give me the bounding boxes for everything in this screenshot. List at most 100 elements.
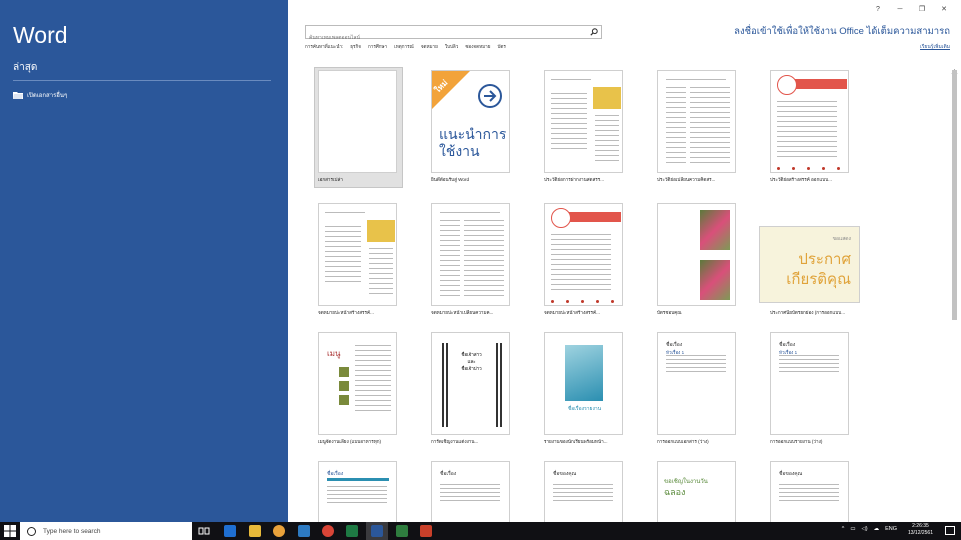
thumbnail-text-line [325,266,361,267]
dot [792,167,795,170]
thumbnail-text-line [355,355,391,356]
close-button[interactable]: ✕ [933,4,955,16]
suggested-flyers[interactable]: ใบปลิว [445,44,458,51]
thumbnail-text-line [666,157,686,158]
volume-icon[interactable]: ◁) [862,526,868,532]
chrome-canary-icon[interactable] [273,525,285,537]
thumbnail-text-line [325,241,361,242]
thumbnail-text-line [440,295,460,296]
template-thumbnail: ชื่อเจ้าสาว และ ชื่อเจ้าบ่าว [431,332,510,435]
food-photo [339,395,349,405]
template-search-input[interactable] [306,32,581,44]
powerpoint-icon[interactable] [420,525,432,537]
thumbnail-text-line [440,270,460,271]
thumbnail-text-line [666,117,686,118]
thumbnail-text-line [666,162,686,163]
thumbnail-text-line [551,254,611,255]
thumbnail-text-line [595,140,619,141]
thumbnail-text-line [355,350,391,351]
template-thumbnail: ชื่อเรื่อง หัวเรื่อง 1 [657,332,736,435]
thumbnail-text-line [464,230,504,231]
scroll-thumb[interactable] [952,70,957,320]
thumbnail-text-line [777,151,837,152]
template-thumbnail [770,70,849,173]
thumbnail-text-line [595,120,619,121]
restore-button[interactable]: ❐ [911,4,933,16]
thumbnail-text-line [779,492,839,493]
onedrive-icon[interactable]: ☁ [874,526,880,532]
sign-in-prompt: ลงชื่อเข้าใช้เพื่อให้ใช้งาน Office ได้เต… [734,24,950,51]
suggested-events[interactable]: เหตุการณ์ [394,44,414,51]
thumbnail-text-line [464,255,504,256]
task-view-icon[interactable] [198,525,210,537]
search-icon[interactable] [590,28,598,36]
thumbnail-text-line [440,245,460,246]
template-thumbnail [431,203,510,306]
thumbnail-text-line [595,125,619,126]
template-label: การ์ดเชิญงานแต่งงาน... [431,439,479,444]
sign-in-text[interactable]: ลงชื่อเข้าใช้เพื่อให้ใช้งาน Office ได้เต… [734,24,950,39]
certificate-small-text: ขอแสดง [832,236,851,242]
minimize-button[interactable]: ─ [889,4,911,16]
thumbnail-text-line [355,390,391,391]
thumbnail-text-line [779,371,839,372]
taskbar-search[interactable]: Type here to search [20,522,192,540]
suggested-business[interactable]: ธุรกิจ [350,44,361,51]
app-title: Word [13,22,68,48]
certificate-title-2: เกียรติคุณ [786,271,851,288]
notifications-icon[interactable] [945,526,955,535]
thumbnail-text-line [440,290,460,291]
thumbnail-text-line [551,259,611,260]
thumbnail-text-line [777,126,837,127]
app-icon[interactable] [298,525,310,537]
thumbnail-text-line [464,225,504,226]
word-icon[interactable] [371,525,383,537]
help-button[interactable]: ? [867,4,889,16]
edge-icon[interactable] [224,525,236,537]
learn-more-link[interactable]: เรียนรู้เพิ่มเติม [734,43,950,51]
doc-title: ชื่อเรื่อง [440,471,457,477]
thumbnail-text-line [551,244,611,245]
thumbnail-text-line [551,264,611,265]
thumbnail-text-line [595,145,619,146]
vertical-scrollbar[interactable] [951,62,958,518]
suggested-cards[interactable]: บัตร [497,44,505,51]
thumbnail-text-line [440,285,460,286]
network-icon[interactable]: ▭ [850,526,855,532]
thumbnail-text-line [690,162,730,163]
open-other-documents-link[interactable]: เปิดเอกสารอื่นๆ [13,90,67,100]
thumbnail-text-line [690,112,730,113]
template-label: จดหมายปะหน้าสร้างสรรค์... [318,310,374,315]
thumbnail-text-line [595,155,619,156]
thumbnail-text-line [777,101,837,102]
thumbnail-text-line [690,157,730,158]
project-icon[interactable] [396,525,408,537]
thumbnail-text-line [779,363,839,364]
suggested-letters[interactable]: จดหมาย [421,44,438,51]
tray-chevron-icon[interactable]: ^ [842,526,845,532]
windows-start-icon[interactable] [4,525,16,537]
thumbnail-text-line [355,375,391,376]
thumbnail-text-line [325,226,361,227]
template-thumbnail: ใหม่ แนะนำการใช้งาน [431,70,510,173]
suggested-envelopes[interactable]: ซองจดหมาย [465,44,490,51]
thumbnail-text-line [690,152,730,153]
clock[interactable]: 2:26:35 13/12/2561 [908,523,933,537]
thumbnail-text-line [690,127,730,128]
suggested-education[interactable]: การศึกษา [368,44,387,51]
thumbnail-text-line [355,395,391,396]
thumbnail-text-line [666,122,686,123]
thumbnail-text-line [325,236,361,237]
language-indicator[interactable]: ENG [885,526,897,532]
excel-icon[interactable] [346,525,358,537]
chrome-icon[interactable] [322,525,334,537]
clock-date: 13/12/2561 [907,530,933,536]
file-explorer-icon[interactable] [249,525,261,537]
thumbnail-text-line [690,147,730,148]
monogram-circle [777,75,797,95]
thumbnail-text-line [553,496,613,497]
thumbnail-text-line [551,123,587,124]
thumbnail-text-line [666,92,686,93]
template-label: การออกแบบเอกสาร (ว่าง) [657,439,709,444]
thumbnail-text-line [666,107,686,108]
